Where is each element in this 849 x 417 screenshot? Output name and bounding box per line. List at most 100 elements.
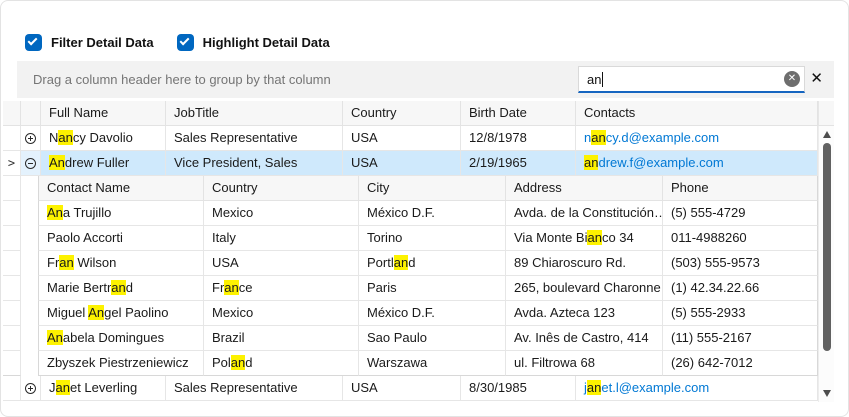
cell: Avda. Azteca 123: [506, 301, 663, 326]
filter-detail-data-option[interactable]: Filter Detail Data: [25, 34, 154, 51]
collapse-minus-icon[interactable]: [25, 158, 36, 169]
expand-row-button[interactable]: [21, 376, 41, 401]
cell: ul. Filtrowa 68: [506, 351, 663, 376]
search-match-highlight: an: [56, 380, 70, 395]
cell: Mexico: [204, 201, 359, 226]
cell: Sales Representative: [166, 376, 343, 401]
cell: (26) 642-7012: [663, 351, 818, 376]
search-match-highlight: an: [231, 355, 245, 370]
email-link-cell[interactable]: andrew.f@example.com: [576, 151, 818, 176]
cell: (1) 42.34.22.66: [663, 276, 818, 301]
cell: France: [204, 276, 359, 301]
cell: Miguel Angel Paolino: [38, 301, 204, 326]
cell: 265, boulevard Charonne: [506, 276, 663, 301]
table-row[interactable]: Janet LeverlingSales RepresentativeUSA8/…: [3, 376, 818, 401]
detail-column-header-contact-name[interactable]: Contact Name: [38, 176, 204, 201]
detail-indent: [21, 351, 38, 376]
highlight-detail-data-option[interactable]: Highlight Detail Data: [177, 34, 330, 51]
expand-plus-icon[interactable]: [25, 133, 36, 144]
scroll-up-icon[interactable]: [823, 131, 831, 138]
detail-row[interactable]: Anabela DominguesBrazilSao PauloAv. Inês…: [3, 326, 818, 351]
detail-row[interactable]: Zbyszek PiestrzeniewiczPolandWarszawaul.…: [3, 351, 818, 376]
cell: Marie Bertrand: [38, 276, 204, 301]
search-match-highlight: an: [587, 380, 601, 395]
detail-options-toolbar: Filter Detail Data Highlight Detail Data: [25, 34, 353, 51]
column-header-full-name[interactable]: Full Name: [41, 101, 166, 126]
detail-row[interactable]: Ana TrujilloMexicoMéxico D.F.Avda. de la…: [3, 201, 818, 226]
table-row[interactable]: >Andrew FullerVice President, SalesUSA2/…: [3, 151, 818, 176]
highlight-detail-data-label: Highlight Detail Data: [203, 35, 330, 50]
clear-search-icon[interactable]: ✕: [784, 71, 800, 87]
column-header-jobtitle[interactable]: JobTitle: [166, 101, 343, 126]
cell: Av. Inês de Castro, 414: [506, 326, 663, 351]
detail-column-header-phone[interactable]: Phone: [663, 176, 818, 201]
data-grid: Full NameJobTitleCountryBirth DateContac…: [3, 101, 818, 401]
column-header-country[interactable]: Country: [343, 101, 461, 126]
search-match-highlight: an: [224, 280, 238, 295]
search-match-highlight: an: [591, 130, 605, 145]
search-match-highlight: An: [88, 305, 104, 320]
cell: México D.F.: [359, 201, 506, 226]
checkmark-icon: [28, 36, 38, 46]
column-header-contacts[interactable]: Contacts: [576, 101, 818, 126]
app-window: Filter Detail Data Highlight Detail Data…: [0, 0, 849, 417]
scrollbar-header-stub: [818, 101, 834, 126]
row-indicator-cell: [3, 226, 21, 251]
search-input-value: an: [587, 72, 601, 87]
detail-indent: [21, 226, 38, 251]
row-indicator-cell: [3, 251, 21, 276]
search-input[interactable]: an ✕: [578, 66, 805, 93]
cell: Torino: [359, 226, 506, 251]
expand-row-button[interactable]: [21, 126, 41, 151]
cell: Via Monte Bianco 34: [506, 226, 663, 251]
row-indicator-cell: [3, 126, 21, 151]
row-indicator-cell: [3, 376, 21, 401]
cell: (5) 555-2933: [663, 301, 818, 326]
expand-plus-icon[interactable]: [25, 383, 36, 394]
cell: Portland: [359, 251, 506, 276]
cell: Warszawa: [359, 351, 506, 376]
highlight-detail-data-checkbox[interactable]: [177, 34, 194, 51]
cell: (5) 555-4729: [663, 201, 818, 226]
email-link-cell[interactable]: nancy.d@example.com: [576, 126, 818, 151]
detail-column-header-address[interactable]: Address: [506, 176, 663, 201]
collapse-row-button[interactable]: [21, 151, 41, 176]
cell: 89 Chiaroscuro Rd.: [506, 251, 663, 276]
cell: (503) 555-9573: [663, 251, 818, 276]
detail-column-header-city[interactable]: City: [359, 176, 506, 201]
cell: USA: [343, 151, 461, 176]
cell: USA: [204, 251, 359, 276]
cell: Zbyszek Piestrzeniewicz: [38, 351, 204, 376]
detail-row[interactable]: Paolo AccortiItalyTorinoVia Monte Bianco…: [3, 226, 818, 251]
row-indicator-header: [3, 101, 21, 126]
search-match-highlight: an: [584, 155, 598, 170]
cell: Sao Paulo: [359, 326, 506, 351]
search-match-highlight: an: [587, 230, 601, 245]
search-match-highlight: An: [49, 155, 65, 170]
group-panel-hint[interactable]: Drag a column header here to group by th…: [33, 72, 331, 87]
detail-row[interactable]: Miguel Angel PaolinoMexicoMéxico D.F.Avd…: [3, 301, 818, 326]
expand-column-header: [21, 101, 41, 126]
row-indicator-cell: [3, 276, 21, 301]
scrollbar-thumb[interactable]: [823, 143, 831, 351]
detail-column-header-row: Contact NameCountryCityAddressPhone: [3, 176, 818, 201]
filter-detail-data-label: Filter Detail Data: [51, 35, 154, 50]
vertical-scrollbar[interactable]: [818, 101, 834, 402]
detail-row[interactable]: Fran WilsonUSAPortland89 Chiaroscuro Rd.…: [3, 251, 818, 276]
table-row[interactable]: Nancy DavolioSales RepresentativeUSA12/8…: [3, 126, 818, 151]
cell: 2/19/1965: [461, 151, 576, 176]
email-link-cell[interactable]: janet.l@example.com: [576, 376, 818, 401]
column-header-birth-date[interactable]: Birth Date: [461, 101, 576, 126]
detail-indent: [21, 176, 38, 201]
cell: Mexico: [204, 301, 359, 326]
cell: Poland: [204, 351, 359, 376]
detail-column-header-country[interactable]: Country: [204, 176, 359, 201]
cell: 12/8/1978: [461, 126, 576, 151]
scrollbar-track[interactable]: [818, 126, 834, 402]
detail-indent: [21, 301, 38, 326]
detail-row[interactable]: Marie BertrandFranceParis265, boulevard …: [3, 276, 818, 301]
close-search-button[interactable]: ✕: [810, 70, 823, 88]
scroll-down-icon[interactable]: [823, 390, 831, 397]
filter-detail-data-checkbox[interactable]: [25, 34, 42, 51]
detail-indent: [21, 326, 38, 351]
